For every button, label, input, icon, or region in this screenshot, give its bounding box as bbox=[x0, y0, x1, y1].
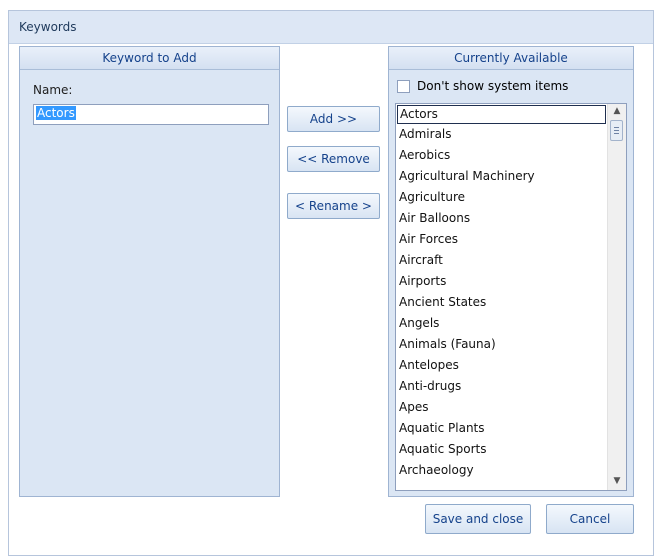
list-item[interactable]: Aircraft bbox=[396, 250, 608, 271]
dialog-title: Keywords bbox=[9, 11, 653, 44]
list-item[interactable]: Angels bbox=[396, 313, 608, 334]
name-input-value: Actors bbox=[36, 106, 76, 120]
scroll-up-arrow-icon[interactable]: ▲ bbox=[611, 106, 623, 118]
list-item[interactable]: Aerobics bbox=[396, 145, 608, 166]
list-item[interactable]: Air Forces bbox=[396, 229, 608, 250]
list-item[interactable]: Admirals bbox=[396, 124, 608, 145]
list-item[interactable]: Apes bbox=[396, 397, 608, 418]
checkbox-label: Don't show system items bbox=[417, 79, 569, 93]
name-label: Name: bbox=[33, 83, 73, 97]
remove-button[interactable]: << Remove bbox=[287, 146, 380, 172]
scroll-down-arrow-icon[interactable]: ▼ bbox=[611, 476, 623, 488]
list-item[interactable]: Aquatic Sports bbox=[396, 439, 608, 460]
list-item[interactable]: Agricultural Machinery bbox=[396, 166, 608, 187]
list-item[interactable]: Aquatic Plants bbox=[396, 418, 608, 439]
currently-available-header: Currently Available bbox=[389, 47, 633, 70]
list-item[interactable]: Airports bbox=[396, 271, 608, 292]
keywords-list: Actors Admirals Aerobics Agricultural Machi… bbox=[396, 104, 608, 481]
keyword-to-add-panel: Keyword to Add Name: Actors bbox=[19, 46, 280, 497]
scroll-thumb[interactable] bbox=[610, 120, 623, 141]
add-button[interactable]: Add >> bbox=[287, 106, 380, 132]
list-item[interactable]: Agriculture bbox=[396, 187, 608, 208]
list-scrollbar[interactable]: ▲ ▼ bbox=[607, 104, 626, 490]
system-items-checkbox-row[interactable]: Don't show system items bbox=[397, 77, 568, 95]
list-item[interactable]: Actors bbox=[397, 105, 606, 124]
keywords-listbox[interactable]: Actors Admirals Aerobics Agricultural Machi… bbox=[395, 103, 627, 491]
list-item[interactable]: Anti-drugs bbox=[396, 376, 608, 397]
currently-available-panel: Currently Available Don't show system it… bbox=[388, 46, 634, 497]
list-item[interactable]: Archaeology bbox=[396, 460, 608, 481]
list-item[interactable]: Ancient States bbox=[396, 292, 608, 313]
cancel-button[interactable]: Cancel bbox=[546, 504, 634, 534]
save-and-close-button[interactable]: Save and close bbox=[425, 504, 531, 534]
list-item[interactable]: Antelopes bbox=[396, 355, 608, 376]
name-input[interactable]: Actors bbox=[33, 104, 269, 125]
list-item[interactable]: Air Balloons bbox=[396, 208, 608, 229]
dont-show-system-items-checkbox[interactable] bbox=[397, 79, 410, 93]
list-item[interactable]: Animals (Fauna) bbox=[396, 334, 608, 355]
rename-button[interactable]: < Rename > bbox=[287, 193, 380, 219]
keyword-to-add-header: Keyword to Add bbox=[20, 47, 279, 70]
